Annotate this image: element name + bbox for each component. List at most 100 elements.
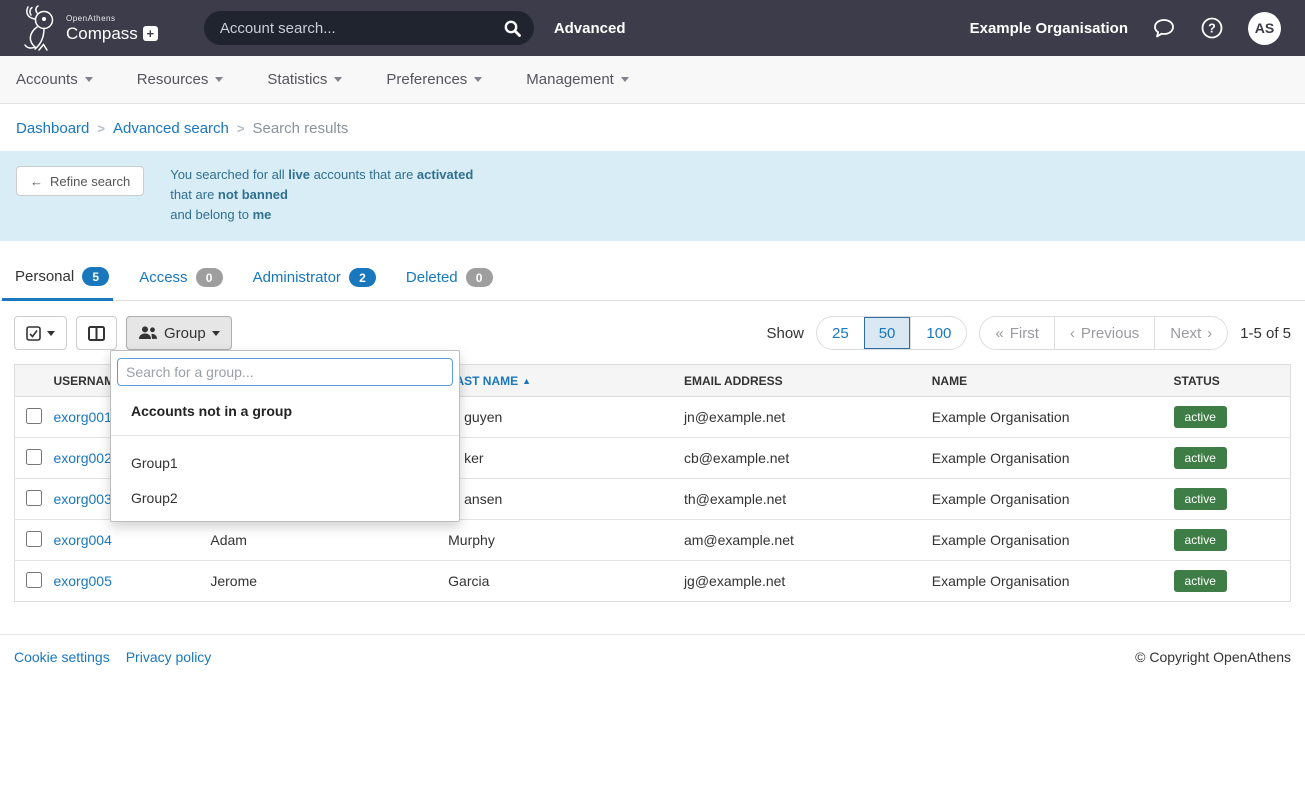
page-size-100[interactable]: 100 [910,317,966,349]
row-checkbox[interactable] [26,408,42,424]
sort-ascending-icon: ▲ [522,376,531,386]
chevron-down-icon [85,77,93,82]
tab-deleted[interactable]: Deleted 0 [406,261,497,300]
count-badge: 0 [466,268,493,287]
organisation-name: Example Organisation [970,20,1128,37]
count-badge: 5 [82,267,109,286]
email-cell: jn@example.net [676,397,924,438]
results-range-label: 1-5 of 5 [1240,325,1291,342]
page-size-25[interactable]: 25 [817,317,864,349]
svg-text:?: ? [1208,22,1216,36]
main-nav: Accounts Resources Statistics Preference… [0,56,1305,104]
group-search-input[interactable] [117,358,453,386]
results-toolbar: Group Show 25 50 100 « First ‹ Previous … [0,316,1305,350]
column-header-name[interactable]: NAME [924,365,1166,397]
row-checkbox[interactable] [26,531,42,547]
first-name-cell: Jerome [202,561,440,602]
org-name-cell: Example Organisation [924,561,1166,602]
search-icon[interactable] [503,19,522,38]
dropdown-divider [111,435,459,436]
page-size-50[interactable]: 50 [864,317,911,349]
username-link[interactable]: exorg003 [53,491,111,507]
double-chevron-left-icon: « [995,325,1003,342]
nav-accounts[interactable]: Accounts [16,71,93,88]
username-link[interactable]: exorg002 [53,450,111,466]
status-badge: active [1174,570,1227,592]
username-link[interactable]: exorg005 [53,573,111,589]
search-summary-panel: ← Refine search You searched for all liv… [0,151,1305,241]
breadcrumb-separator: > [237,121,245,136]
chevron-down-icon [621,77,629,82]
tab-access[interactable]: Access 0 [139,261,226,300]
username-link[interactable]: exorg001 [53,409,111,425]
chevron-down-icon [215,77,223,82]
dropdown-item-group1[interactable]: Group1 [111,445,459,480]
breadcrumb-advanced-search[interactable]: Advanced search [113,120,229,137]
show-label: Show [766,325,804,342]
nav-statistics[interactable]: Statistics [267,71,342,88]
chevron-down-icon [334,77,342,82]
group-people-icon [138,326,158,340]
dropdown-item-no-group[interactable]: Accounts not in a group [111,390,459,435]
chevron-down-icon [212,331,220,336]
pagination-next-button[interactable]: Next › [1154,317,1227,349]
chevron-down-icon [47,331,55,336]
compass-plus-icon: + [143,26,158,41]
org-name-cell: Example Organisation [924,479,1166,520]
email-cell: am@example.net [676,520,924,561]
column-header-email[interactable]: EMAIL ADDRESS [676,365,924,397]
tab-administrator[interactable]: Administrator 2 [253,261,380,300]
last-name-cell: ansen [440,479,676,520]
chevron-right-icon: › [1207,325,1212,342]
group-dropdown-button[interactable]: Group [126,316,232,350]
account-search-input[interactable] [220,20,503,37]
row-checkbox[interactable] [26,449,42,465]
help-icon: ? [1200,16,1224,40]
email-cell: th@example.net [676,479,924,520]
chevron-left-icon: ‹ [1070,325,1075,342]
user-menu-button[interactable]: AS [1248,12,1281,45]
columns-icon [88,326,105,341]
status-badge: active [1174,406,1227,428]
pagination-first-button[interactable]: « First [980,317,1054,349]
advanced-search-link[interactable]: Advanced [554,20,626,37]
breadcrumb-dashboard[interactable]: Dashboard [16,120,89,137]
cookie-settings-link[interactable]: Cookie settings [14,649,110,665]
dropdown-item-group2[interactable]: Group2 [111,480,459,515]
messages-button[interactable] [1152,17,1176,40]
account-type-tabs: Personal 5 Access 0 Administrator 2 Dele… [0,261,1305,301]
row-checkbox[interactable] [26,490,42,506]
last-name-cell: guyen [440,397,676,438]
columns-button[interactable] [76,316,117,350]
tab-personal[interactable]: Personal 5 [2,261,113,301]
select-all-dropdown-button[interactable] [14,316,67,350]
privacy-policy-link[interactable]: Privacy policy [126,649,212,665]
checkbox-check-icon [26,326,41,341]
account-search-box[interactable] [204,11,534,45]
breadcrumb: Dashboard > Advanced search > Search res… [0,104,1305,151]
row-checkbox[interactable] [26,572,42,588]
nav-resources[interactable]: Resources [137,71,224,88]
pagination-previous-button[interactable]: ‹ Previous [1054,317,1154,349]
count-badge: 2 [349,268,376,287]
column-header-last-name[interactable]: LAST NAME▲ [440,365,676,397]
nav-management[interactable]: Management [526,71,629,88]
back-arrow-icon: ← [30,174,43,189]
nav-preferences[interactable]: Preferences [386,71,482,88]
last-name-cell: Garcia [440,561,676,602]
last-name-cell: Murphy [440,520,676,561]
help-button[interactable]: ? [1200,16,1224,40]
username-link[interactable]: exorg004 [53,532,111,548]
org-name-cell: Example Organisation [924,520,1166,561]
first-name-cell: Adam [202,520,440,561]
refine-search-button[interactable]: ← Refine search [16,166,144,196]
top-bar: OpenAthens Compass + Advanced Example Or… [0,0,1305,56]
openathens-compass-logo[interactable]: OpenAthens Compass + [16,4,158,52]
avatar: AS [1248,12,1281,45]
column-header-status[interactable]: STATUS [1166,365,1291,397]
chat-bubble-icon [1152,17,1176,40]
org-name-cell: Example Organisation [924,438,1166,479]
search-summary-text: You searched for all live accounts that … [170,165,473,225]
owl-logo-icon [16,4,62,52]
table-row: exorg005 Jerome Garcia jg@example.net Ex… [15,561,1291,602]
